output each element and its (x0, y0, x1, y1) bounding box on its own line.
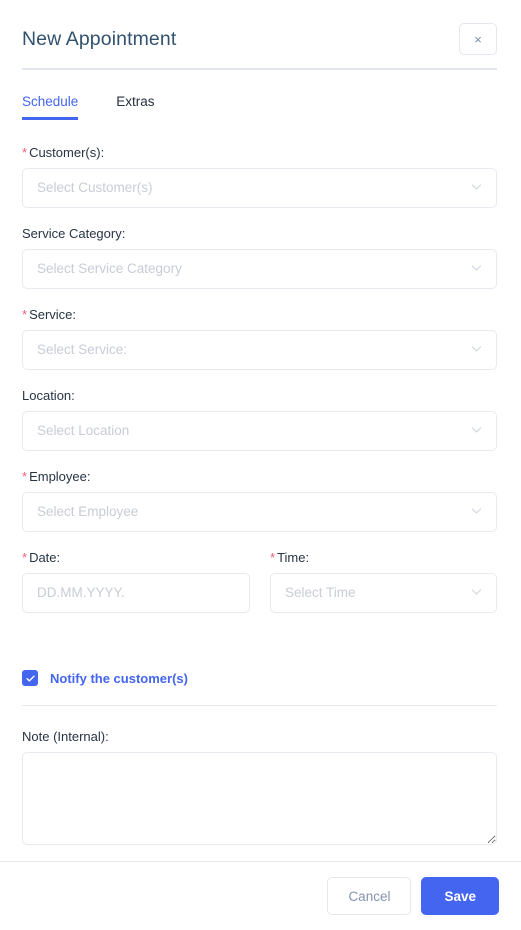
customers-select-placeholder: Select Customer(s) (37, 180, 153, 196)
tab-schedule[interactable]: Schedule (22, 94, 79, 120)
tab-bar: Schedule Extras (22, 94, 497, 128)
field-time-label: * Time: (270, 550, 497, 566)
cancel-button[interactable]: Cancel (327, 877, 412, 915)
field-service-label: * Service: (22, 307, 497, 323)
field-service-category: Service Category: Select Service Categor… (22, 226, 497, 289)
field-employee-label: * Employee: (22, 469, 497, 485)
notify-customers-row[interactable]: Notify the customer(s) (22, 670, 188, 686)
employee-select[interactable]: Select Employee (22, 492, 497, 532)
note-divider (22, 705, 497, 706)
field-service: * Service: Select Service: (22, 307, 497, 370)
location-select-placeholder: Select Location (37, 423, 130, 439)
tab-bar-underline (22, 125, 497, 127)
time-select-placeholder: Select Time (285, 585, 356, 601)
tab-list: Schedule Extras (22, 94, 497, 120)
note-label: Note (Internal): (22, 729, 109, 744)
check-icon (25, 675, 35, 682)
save-button[interactable]: Save (421, 877, 499, 915)
employee-select-placeholder: Select Employee (37, 504, 139, 520)
required-marker: * (270, 550, 276, 565)
chevron-down-icon (471, 505, 482, 516)
page-title: New Appointment (22, 27, 177, 50)
required-marker: * (22, 469, 28, 484)
field-service-category-label: Service Category: (22, 226, 126, 241)
chevron-down-icon (471, 262, 482, 273)
chevron-down-icon (471, 343, 482, 354)
field-date: * Date: DD.MM.YYYY. (22, 550, 250, 613)
dialog-footer: Cancel Save (0, 862, 521, 930)
date-input-wrapper[interactable]: DD.MM.YYYY. (22, 573, 250, 613)
field-customers: * Customer(s): Select Customer(s) (22, 145, 497, 208)
dialog-header: New Appointment × (22, 18, 497, 60)
close-button[interactable]: × (459, 23, 497, 55)
field-time: * Time: Select Time (270, 550, 497, 613)
chevron-down-icon (471, 586, 482, 597)
service-category-select-placeholder: Select Service Category (37, 261, 182, 277)
field-employee: * Employee: Select Employee (22, 469, 497, 532)
field-location-label: Location: (22, 388, 75, 403)
required-marker: * (22, 307, 28, 322)
note-textarea[interactable] (22, 752, 497, 845)
required-marker: * (22, 145, 28, 160)
notify-customers-checkbox[interactable] (22, 670, 38, 686)
field-employee-label-text: Employee: (29, 469, 91, 484)
notify-customers-label: Notify the customer(s) (50, 670, 188, 686)
new-appointment-dialog: New Appointment × Schedule Extras * Custo… (0, 0, 521, 930)
header-divider (22, 68, 497, 70)
close-icon: × (474, 31, 482, 47)
field-time-label-text: Time: (277, 550, 310, 565)
field-customers-label: * Customer(s): (22, 145, 497, 161)
service-select[interactable]: Select Service: (22, 330, 497, 370)
field-location: Location: Select Location (22, 388, 497, 451)
date-time-row: * Date: DD.MM.YYYY. * Time: Select Time (22, 550, 497, 613)
appointment-form: * Customer(s): Select Customer(s) Service… (22, 145, 497, 631)
location-select[interactable]: Select Location (22, 411, 497, 451)
required-marker: * (22, 550, 28, 565)
note-block: Note (Internal): (22, 729, 497, 850)
field-date-label-text: Date: (29, 550, 61, 565)
service-select-placeholder: Select Service: (37, 342, 128, 358)
field-service-label-text: Service: (29, 307, 77, 322)
date-input-placeholder: DD.MM.YYYY. (37, 585, 125, 601)
time-select[interactable]: Select Time (270, 573, 497, 613)
field-date-label: * Date: (22, 550, 250, 566)
chevron-down-icon (471, 181, 482, 192)
service-category-select[interactable]: Select Service Category (22, 249, 497, 289)
field-customers-label-text: Customer(s): (29, 145, 105, 160)
customers-select[interactable]: Select Customer(s) (22, 168, 497, 208)
chevron-down-icon (471, 424, 482, 435)
tab-extras[interactable]: Extras (116, 94, 154, 120)
